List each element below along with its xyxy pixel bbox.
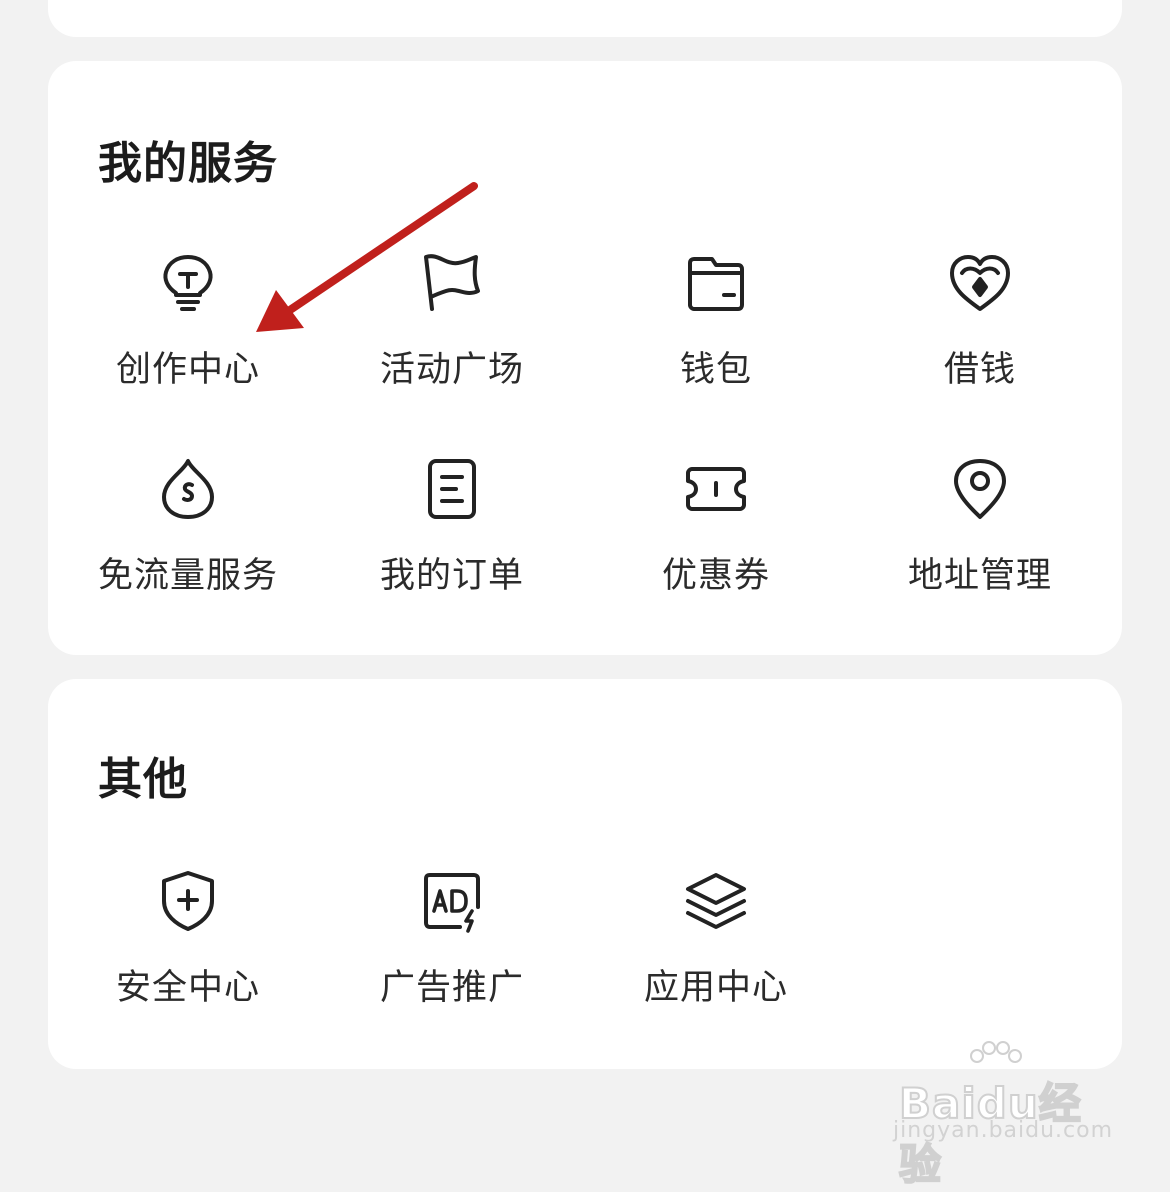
watermark-url: jingyan.baidu.com (893, 1118, 1114, 1143)
other-security-center[interactable]: 安全中心 (56, 869, 320, 1039)
service-label: 创作中心 (115, 350, 260, 390)
data-drop-icon (156, 457, 220, 521)
service-label: 优惠券 (661, 556, 770, 596)
service-label: 借钱 (943, 350, 1016, 390)
service-wallet[interactable]: 钱包 (584, 251, 848, 421)
location-pin-icon (948, 457, 1012, 521)
service-label: 钱包 (679, 350, 752, 390)
shield-plus-icon (156, 869, 220, 933)
watermark-brand: Baidu经验 (898, 1078, 1082, 1190)
service-address-management[interactable]: 地址管理 (848, 457, 1112, 627)
wallet-icon (684, 251, 748, 315)
top-card (48, 0, 1122, 37)
service-label: 地址管理 (907, 556, 1052, 596)
service-borrow-money[interactable]: 借钱 (848, 251, 1112, 421)
my-services-card: 我的服务 创作中心 活动广场 钱包 借钱 免流量服务 我的订单 优惠券 地址管理 (48, 61, 1122, 655)
service-my-orders[interactable]: 我的订单 (320, 457, 584, 627)
order-icon (420, 457, 484, 521)
other-label: 广告推广 (379, 968, 524, 1008)
service-creation-center[interactable]: 创作中心 (56, 251, 320, 421)
other-label: 应用中心 (643, 968, 788, 1008)
my-services-title: 我的服务 (98, 138, 278, 189)
coupon-icon (684, 457, 748, 521)
service-label: 免流量服务 (97, 556, 278, 596)
other-label: 安全中心 (115, 968, 260, 1008)
ad-icon (420, 869, 484, 933)
service-free-data[interactable]: 免流量服务 (56, 457, 320, 627)
other-title: 其他 (98, 754, 188, 805)
service-label: 我的订单 (379, 556, 524, 596)
service-activity-square[interactable]: 活动广场 (320, 251, 584, 421)
other-card: 其他 安全中心 广告推广 应用中心 (48, 679, 1122, 1069)
heart-coin-icon (948, 251, 1012, 315)
other-ad-promotion[interactable]: 广告推广 (320, 869, 584, 1039)
flag-icon (420, 251, 484, 315)
lightbulb-icon (156, 251, 220, 315)
layers-icon (684, 869, 748, 933)
other-app-center[interactable]: 应用中心 (584, 869, 848, 1039)
service-coupons[interactable]: 优惠券 (584, 457, 848, 627)
service-label: 活动广场 (379, 350, 524, 390)
